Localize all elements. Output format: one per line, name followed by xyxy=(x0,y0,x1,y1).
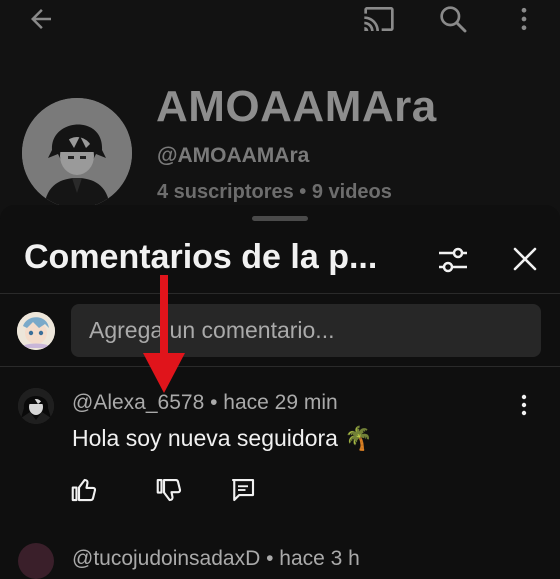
channel-name: AMOAAMAra xyxy=(156,82,437,131)
commenter-avatar[interactable] xyxy=(18,388,54,424)
drag-handle[interactable] xyxy=(252,216,308,221)
commenter-avatar-icon xyxy=(18,388,54,424)
channel-avatar[interactable] xyxy=(22,98,132,208)
back-arrow-icon[interactable] xyxy=(24,2,58,36)
close-icon xyxy=(513,247,537,271)
channel-stats: 4 suscriptores • 9 videos xyxy=(157,181,392,203)
sheet-title: Comentarios de la p... xyxy=(24,238,378,276)
commenter-avatar[interactable] xyxy=(18,543,54,579)
comments-sheet: Comentarios de la p... Agrega un comenta… xyxy=(0,205,560,579)
comment-reply-icon xyxy=(231,478,255,502)
more-vert-icon[interactable] xyxy=(507,2,541,36)
thumbs-down-icon xyxy=(156,478,182,502)
user-avatar xyxy=(17,312,55,350)
divider xyxy=(0,366,560,367)
channel-handle: @AMOAAMAra xyxy=(157,144,310,167)
dislike-button[interactable] xyxy=(154,475,184,505)
reply-button[interactable] xyxy=(228,475,258,505)
close-button[interactable] xyxy=(507,241,543,277)
comment-more-icon[interactable] xyxy=(512,391,536,419)
divider xyxy=(0,293,560,294)
cast-icon[interactable] xyxy=(362,2,396,36)
filter-button[interactable] xyxy=(434,241,472,279)
annotation-arrow-icon xyxy=(143,275,185,393)
comment-meta: @tucojudoinsadaxD • hace 3 h xyxy=(72,547,360,570)
user-avatar-icon xyxy=(17,312,55,350)
comment-meta: @Alexa_6578 • hace 29 min xyxy=(72,391,338,414)
anime-avatar-icon xyxy=(22,98,132,208)
thumbs-up-icon xyxy=(71,478,97,502)
comment-input[interactable]: Agrega un comentario... xyxy=(71,304,541,357)
comment-text: Hola soy nueva seguidora 🌴 xyxy=(72,425,373,451)
sliders-icon xyxy=(439,247,467,273)
like-button[interactable] xyxy=(69,475,99,505)
search-icon[interactable] xyxy=(436,2,470,36)
